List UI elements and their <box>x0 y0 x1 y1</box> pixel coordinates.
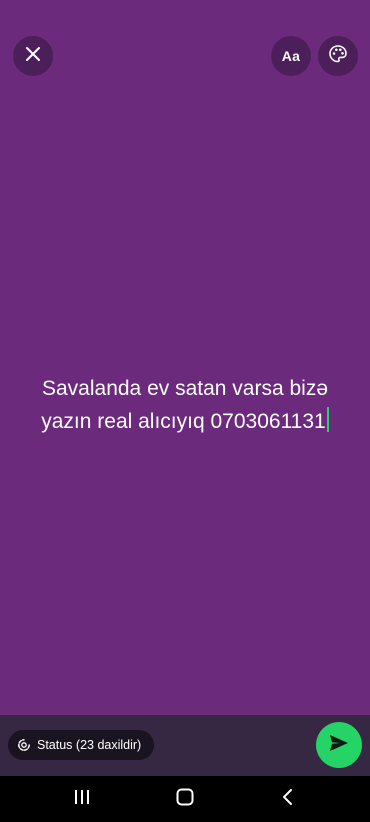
palette-icon <box>328 44 348 69</box>
home-icon <box>175 788 195 811</box>
status-audience-button[interactable]: Status (23 daxildir) <box>8 730 155 760</box>
status-composer-canvas[interactable]: Aa Savalanda ev satan varsa bizə yazın r… <box>0 0 370 715</box>
status-audience-label: Status (23 daxildir) <box>37 738 142 752</box>
close-icon <box>25 46 41 67</box>
font-style-label: Aa <box>281 48 301 64</box>
color-palette-button[interactable] <box>318 36 358 76</box>
text-caret <box>326 407 329 432</box>
send-icon <box>329 734 349 757</box>
close-button[interactable] <box>13 36 53 76</box>
system-navigation-bar <box>0 776 370 822</box>
send-button[interactable] <box>316 722 362 768</box>
status-ring-icon <box>17 738 31 752</box>
recents-button[interactable] <box>62 784 102 814</box>
composer-footer: Status (23 daxildir) <box>0 715 370 776</box>
status-text-input[interactable]: Savalanda ev satan varsa bizə yazın real… <box>10 372 360 438</box>
back-button[interactable] <box>268 784 308 814</box>
back-icon <box>281 788 295 811</box>
home-button[interactable] <box>165 784 205 814</box>
font-style-button[interactable]: Aa <box>271 36 311 76</box>
recents-icon <box>73 789 91 810</box>
status-text: Savalanda ev satan varsa bizə yazın real… <box>41 377 328 433</box>
